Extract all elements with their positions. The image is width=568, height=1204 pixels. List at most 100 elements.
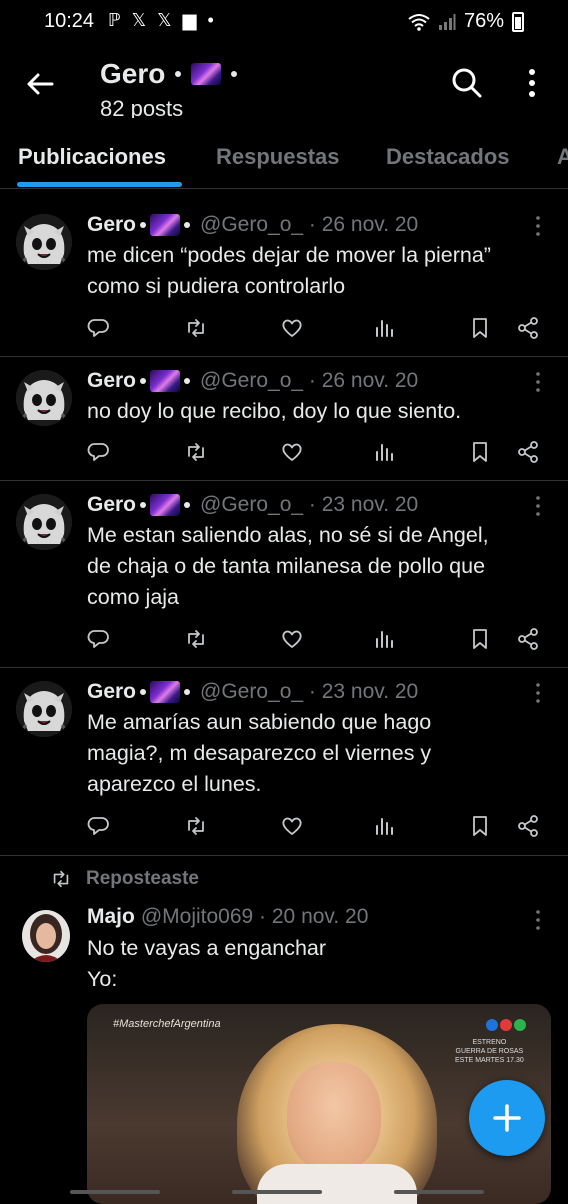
media-promo-line: ESTE MARTES 17.30 [455,1057,524,1064]
tweet[interactable]: Gero @Gero_o_ · 23 nov. 20 Me amarías au… [0,667,568,856]
tweet-header: Gero @Gero_o_ · 23 nov. 20 [87,493,418,517]
back-arrow-icon[interactable] [22,66,58,102]
author-name[interactable]: Gero [87,369,136,393]
tweet[interactable]: Gero @Gero_o_ · 23 nov. 20 Me estan sali… [0,480,568,668]
avatar[interactable] [16,681,72,737]
share-icon[interactable] [516,627,540,651]
tweet-text-line: magia?, m desaparezco el viernes y [87,741,432,765]
views-icon[interactable] [372,627,396,651]
tab-publicaciones[interactable]: Publicaciones [18,144,166,170]
avatar[interactable] [16,370,72,426]
profile-name: Gero [100,58,241,90]
tweet[interactable]: Gero @Gero_o_ · 26 nov. 20 no doy lo que… [0,356,568,481]
reply-icon[interactable] [87,440,111,464]
reply-icon[interactable] [87,814,111,838]
author-handle-date: @Gero_o_ · 23 nov. 20 [200,680,419,703]
tweet-text: no doy lo que recibo, doy lo que siento. [87,396,557,427]
author-name[interactable]: Gero [87,213,136,237]
reply-icon[interactable] [87,627,111,651]
profile-header: Gero 82 posts [0,44,568,120]
battery-icon [512,11,524,32]
search-icon[interactable] [450,66,484,100]
status-time: 10:24 [44,10,95,32]
dot-decoration [184,689,191,695]
plus-icon [493,1104,521,1132]
tweet-text-line: Yo: [87,967,118,991]
tweet-actions [87,316,547,340]
tweet-more-icon[interactable] [533,214,543,238]
like-icon[interactable] [280,440,304,464]
share-icon[interactable] [516,814,540,838]
share-icon[interactable] [516,316,540,340]
galaxy-emoji-icon [150,370,181,392]
tweet-more-icon[interactable] [533,908,543,932]
avatar[interactable] [22,910,70,962]
views-icon[interactable] [372,814,396,838]
author-handle-date: @Mojito069 · 20 nov. 20 [140,905,369,928]
tweet-text-line: Me estan saliendo alas, no sé si de Ange… [87,523,489,547]
media-promo-line: GUERRA DE ROSAS [455,1048,524,1055]
active-tab-indicator [17,182,182,187]
like-icon[interactable] [280,627,304,651]
author-name[interactable]: Majo [87,905,135,929]
profile-tabs: Publicaciones Respuestas Destacados A [0,130,568,189]
tweet-more-icon[interactable] [533,370,543,394]
avatar[interactable] [16,214,72,270]
author-name[interactable]: Gero [87,680,136,704]
tweet-header: Gero @Gero_o_ · 26 nov. 20 [87,369,418,393]
tweet-header: Gero @Gero_o_ · 23 nov. 20 [87,680,418,704]
dot-decoration [140,689,147,695]
tweet-text: Me estan saliendo alas, no sé si de Ange… [87,520,557,613]
tweet-actions [87,814,547,838]
views-icon[interactable] [372,316,396,340]
nav-gesture-bar [394,1190,484,1194]
retweet-icon[interactable] [184,316,208,340]
author-handle-date: @Gero_o_ · 26 nov. 20 [200,213,419,236]
more-vertical-icon[interactable] [518,66,546,100]
tab-destacados[interactable]: Destacados [386,144,510,170]
channel-logo-icon [486,1019,526,1031]
tab-more[interactable]: A [557,144,568,170]
media-photo-face [287,1062,381,1172]
retweet-icon[interactable] [184,814,208,838]
bookmark-icon[interactable] [468,627,492,651]
dot-decoration [184,378,191,384]
avatar[interactable] [16,494,72,550]
bookmark-icon[interactable] [468,814,492,838]
retweet-icon[interactable] [184,440,208,464]
tweet[interactable]: Gero @Gero_o_ · 26 nov. 20 me dicen “pod… [0,200,568,357]
repost-indicator: Reposteaste [50,868,199,890]
tweet-text-line: aparezco el lunes. [87,772,262,796]
compose-button[interactable] [469,1080,545,1156]
tweet-more-icon[interactable] [533,494,543,518]
tweet-more-icon[interactable] [533,681,543,705]
like-icon[interactable] [280,814,304,838]
bookmark-icon[interactable] [468,316,492,340]
tweet-text-line: como si pudiera controlarlo [87,274,346,298]
media-hashtag: #MasterchefArgentina [113,1018,221,1030]
tab-respuestas[interactable]: Respuestas [216,144,340,170]
like-icon[interactable] [280,316,304,340]
author-handle-date: @Gero_o_ · 26 nov. 20 [200,369,419,392]
tweet-text: me dicen “podes dejar de mover la pierna… [87,240,557,302]
dot-decoration [140,502,147,508]
share-icon[interactable] [516,440,540,464]
status-bar: 10:24 ℙ 𝕏 𝕏 ▆ • 76% [0,0,568,44]
galaxy-emoji-icon [191,63,222,85]
bookmark-icon[interactable] [468,440,492,464]
dot-decoration [140,378,147,384]
repost-label: Reposteaste [86,868,199,889]
battery-percent: 76% [463,10,504,32]
nav-gesture-bar [232,1190,322,1194]
tweet-text: No te vayas a enganchar Yo: [87,933,557,995]
dot-decoration [175,71,182,77]
media-promo-line: ESTRENO [472,1039,507,1046]
retweet-icon [50,868,72,890]
reply-icon[interactable] [87,316,111,340]
views-icon[interactable] [372,440,396,464]
retweet-icon[interactable] [184,627,208,651]
author-name[interactable]: Gero [87,493,136,517]
signal-icon [438,13,456,30]
dot-decoration [140,222,147,228]
galaxy-emoji-icon [150,214,181,236]
